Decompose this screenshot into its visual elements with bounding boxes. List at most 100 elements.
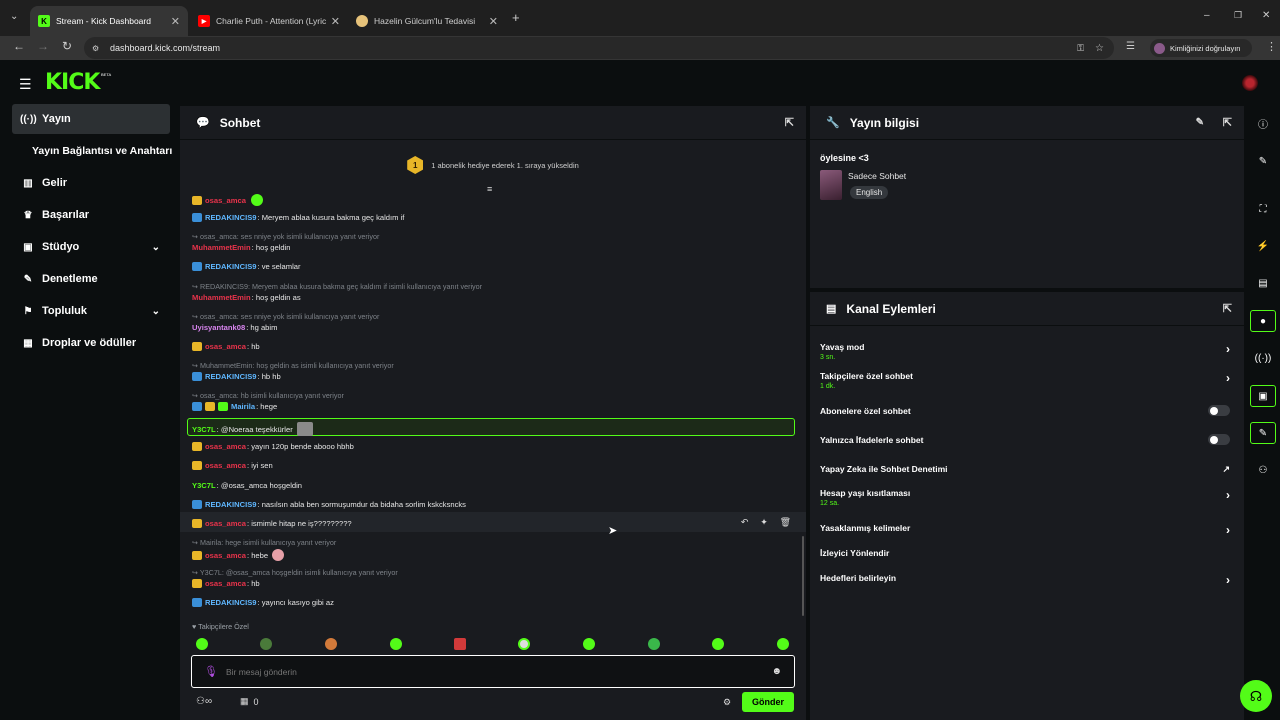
emote-only-toggle[interactable] bbox=[1208, 434, 1230, 445]
setting-account-age[interactable]: Hesap yaşı kısıtlaması 12 sa. › bbox=[820, 488, 1230, 507]
chat-message[interactable]: osas_amca: ismimle hitap ne iş????????? bbox=[192, 519, 352, 528]
chat-username[interactable]: REDAKINCIS9 bbox=[205, 598, 256, 607]
chat-username[interactable]: osas_amca bbox=[205, 519, 246, 528]
close-tab-icon[interactable]: ✕ bbox=[171, 15, 180, 28]
setting-banned-words[interactable]: Yasaklanmış kelimeler › bbox=[820, 523, 1230, 537]
emote-icon[interactable] bbox=[325, 638, 337, 650]
chat-settings-gear-icon[interactable]: ⚙ bbox=[723, 697, 731, 708]
support-headset-icon[interactable]: ☊ bbox=[1240, 680, 1272, 712]
sidebar-item-droplar[interactable]: ▦ Droplar ve ödüller bbox=[12, 328, 170, 358]
broadcast-icon[interactable]: ((·)) bbox=[1250, 347, 1276, 369]
setting-host-viewers[interactable]: İzleyici Yönlendir bbox=[820, 548, 1230, 558]
popout-icon[interactable]: ⇱ bbox=[1223, 116, 1232, 129]
chat-username[interactable]: Uyisyantank08 bbox=[192, 323, 245, 332]
send-button[interactable]: Gönder bbox=[742, 692, 794, 712]
sidebar-item-stream-key[interactable]: Yayın Bağlantısı ve Anahtarı bbox=[24, 136, 184, 166]
maximize-icon[interactable]: ❐ bbox=[1234, 10, 1242, 21]
emote-icon[interactable] bbox=[583, 638, 595, 650]
chat-username[interactable]: osas_amca bbox=[205, 196, 246, 205]
emote-icon[interactable] bbox=[196, 638, 208, 650]
popout-icon[interactable]: ⇱ bbox=[1223, 302, 1232, 315]
user-avatar[interactable] bbox=[1242, 75, 1258, 91]
emote-icon[interactable] bbox=[712, 638, 724, 650]
sidebar-item-basarilar[interactable]: ♛ Başarılar bbox=[12, 200, 170, 230]
reading-list-icon[interactable]: ☰ bbox=[1126, 41, 1135, 52]
tab-hazelin[interactable]: Hazelin Gülcum'lu Tedavisi ✕ bbox=[348, 6, 506, 36]
chat-username[interactable]: Y3C7L bbox=[192, 481, 216, 490]
close-window-icon[interactable]: ✕ bbox=[1262, 10, 1270, 21]
setting-slow-mode[interactable]: Yavaş mod 3 sn. › bbox=[820, 342, 1230, 361]
close-tab-icon[interactable]: ✕ bbox=[331, 15, 340, 28]
reload-icon[interactable]: ↻ bbox=[58, 39, 76, 53]
emote-icon[interactable] bbox=[390, 638, 402, 650]
tab-list-icon[interactable]: ⌄ bbox=[10, 11, 18, 22]
minimize-icon[interactable]: – bbox=[1204, 10, 1210, 21]
channel-actions-icon[interactable]: ▣ bbox=[1250, 385, 1276, 407]
chat-username[interactable]: osas_amca bbox=[205, 442, 246, 451]
chat-username[interactable]: Mairila bbox=[231, 402, 255, 411]
emote-icon[interactable] bbox=[648, 638, 660, 650]
chat-username[interactable]: osas_amca bbox=[205, 342, 246, 351]
url-field[interactable]: ⚙ dashboard.kick.com/stream ⚿ ☆ bbox=[84, 37, 1114, 59]
chat-message-input[interactable] bbox=[225, 666, 772, 677]
new-tab-icon[interactable]: + bbox=[512, 10, 520, 25]
sidebar-item-denetleme[interactable]: ✎ Denetleme bbox=[12, 264, 170, 294]
chat-username[interactable]: MuhammetEmin bbox=[192, 293, 251, 302]
community-icon[interactable]: ⚇ bbox=[1250, 459, 1276, 481]
tab-youtube[interactable]: ▶ Charlie Puth - Attention (Lyrics) ✕ bbox=[190, 6, 348, 36]
hamburger-menu-icon[interactable]: ☰ bbox=[19, 76, 32, 93]
close-tab-icon[interactable]: ✕ bbox=[489, 15, 498, 28]
sidebar-item-studyo[interactable]: ▣ Stüdyo ⌄ bbox=[12, 232, 170, 262]
setting-ai-moderation[interactable]: Yapay Zeka ile Sohbet Denetimi ↗ bbox=[820, 464, 1230, 474]
setting-goals[interactable]: Hedefleri belirleyin › bbox=[820, 573, 1230, 587]
chat-username[interactable]: REDAKINCIS9 bbox=[205, 372, 256, 381]
chat-username[interactable]: REDAKINCIS9 bbox=[205, 213, 256, 222]
reply-text: osas_amca: ses nniye yok isimli kullanıc… bbox=[200, 312, 380, 321]
community-points-icon[interactable]: ⚇∞ bbox=[196, 696, 212, 707]
tab-kick-dashboard[interactable]: K Stream - Kick Dashboard ✕ bbox=[30, 6, 188, 36]
emote-icon[interactable] bbox=[518, 638, 530, 650]
category-name[interactable]: Sadece Sohbet bbox=[848, 171, 906, 181]
chat-username[interactable]: osas_amca bbox=[205, 551, 246, 560]
sidebar-item-yayin[interactable]: ((·)) Yayın bbox=[12, 104, 170, 134]
chat-username[interactable]: MuhammetEmin bbox=[192, 243, 251, 252]
edit-pencil-icon[interactable]: ✎ bbox=[1196, 117, 1204, 128]
sidebar-item-gelir[interactable]: ▥ Gelir bbox=[12, 168, 170, 198]
chat-username[interactable]: Y3C7L bbox=[192, 425, 216, 434]
chat-username[interactable]: REDAKINCIS9 bbox=[205, 262, 256, 271]
password-key-icon[interactable]: ⚿ bbox=[1077, 43, 1084, 54]
lightning-icon[interactable]: ⚡ bbox=[1250, 235, 1276, 257]
moderator-badge-icon bbox=[192, 372, 202, 381]
chat-username[interactable]: REDAKINCIS9 bbox=[205, 500, 256, 509]
chat-scrollbar[interactable] bbox=[802, 536, 804, 616]
kick-logo[interactable]: KICK bbox=[45, 70, 100, 95]
browser-menu-icon[interactable]: ⋮ bbox=[1266, 40, 1277, 53]
wrench-icon[interactable]: ✎ bbox=[1250, 422, 1276, 444]
setting-followers-only[interactable]: Takipçilere özel sohbet 1 dk. › bbox=[820, 371, 1230, 390]
fullscreen-frame-icon[interactable]: ⛶ bbox=[1250, 198, 1276, 220]
pin-icon[interactable]: ✦ bbox=[760, 517, 768, 528]
edit-pencil-icon[interactable]: ✎ bbox=[1250, 150, 1276, 172]
delete-icon[interactable]: 🗑 bbox=[780, 517, 791, 528]
profile-button[interactable]: Kimliğinizi doğrulayın bbox=[1150, 39, 1252, 57]
subscribers-only-toggle[interactable] bbox=[1208, 405, 1230, 416]
emote-icon[interactable] bbox=[777, 638, 789, 650]
info-icon[interactable]: ⓘ bbox=[1250, 112, 1276, 134]
microphone-icon[interactable]: 🎙 bbox=[204, 665, 218, 678]
emote-icon[interactable] bbox=[454, 638, 466, 650]
bookmark-star-icon[interactable]: ☆ bbox=[1095, 43, 1104, 54]
back-icon[interactable]: ← bbox=[10, 39, 28, 53]
forward-icon[interactable]: → bbox=[34, 39, 52, 53]
chat-username[interactable]: osas_amca bbox=[205, 579, 246, 588]
sidebar-item-topluluk[interactable]: ⚑ Topluluk ⌄ bbox=[12, 296, 170, 326]
category-thumbnail[interactable] bbox=[820, 170, 842, 200]
chat-username[interactable]: osas_amca bbox=[205, 461, 246, 470]
setting-value: 1 dk. bbox=[820, 383, 836, 390]
popout-icon[interactable]: ⇱ bbox=[785, 116, 794, 129]
site-info-icon[interactable]: ⚙ bbox=[92, 44, 99, 53]
reply-icon[interactable]: ↶ bbox=[741, 517, 749, 528]
emote-icon[interactable] bbox=[260, 638, 272, 650]
document-icon[interactable]: ▤ bbox=[1250, 272, 1276, 294]
chat-bubble-icon[interactable]: ● bbox=[1250, 310, 1276, 332]
emoji-picker-icon[interactable]: ☻ bbox=[771, 666, 782, 677]
